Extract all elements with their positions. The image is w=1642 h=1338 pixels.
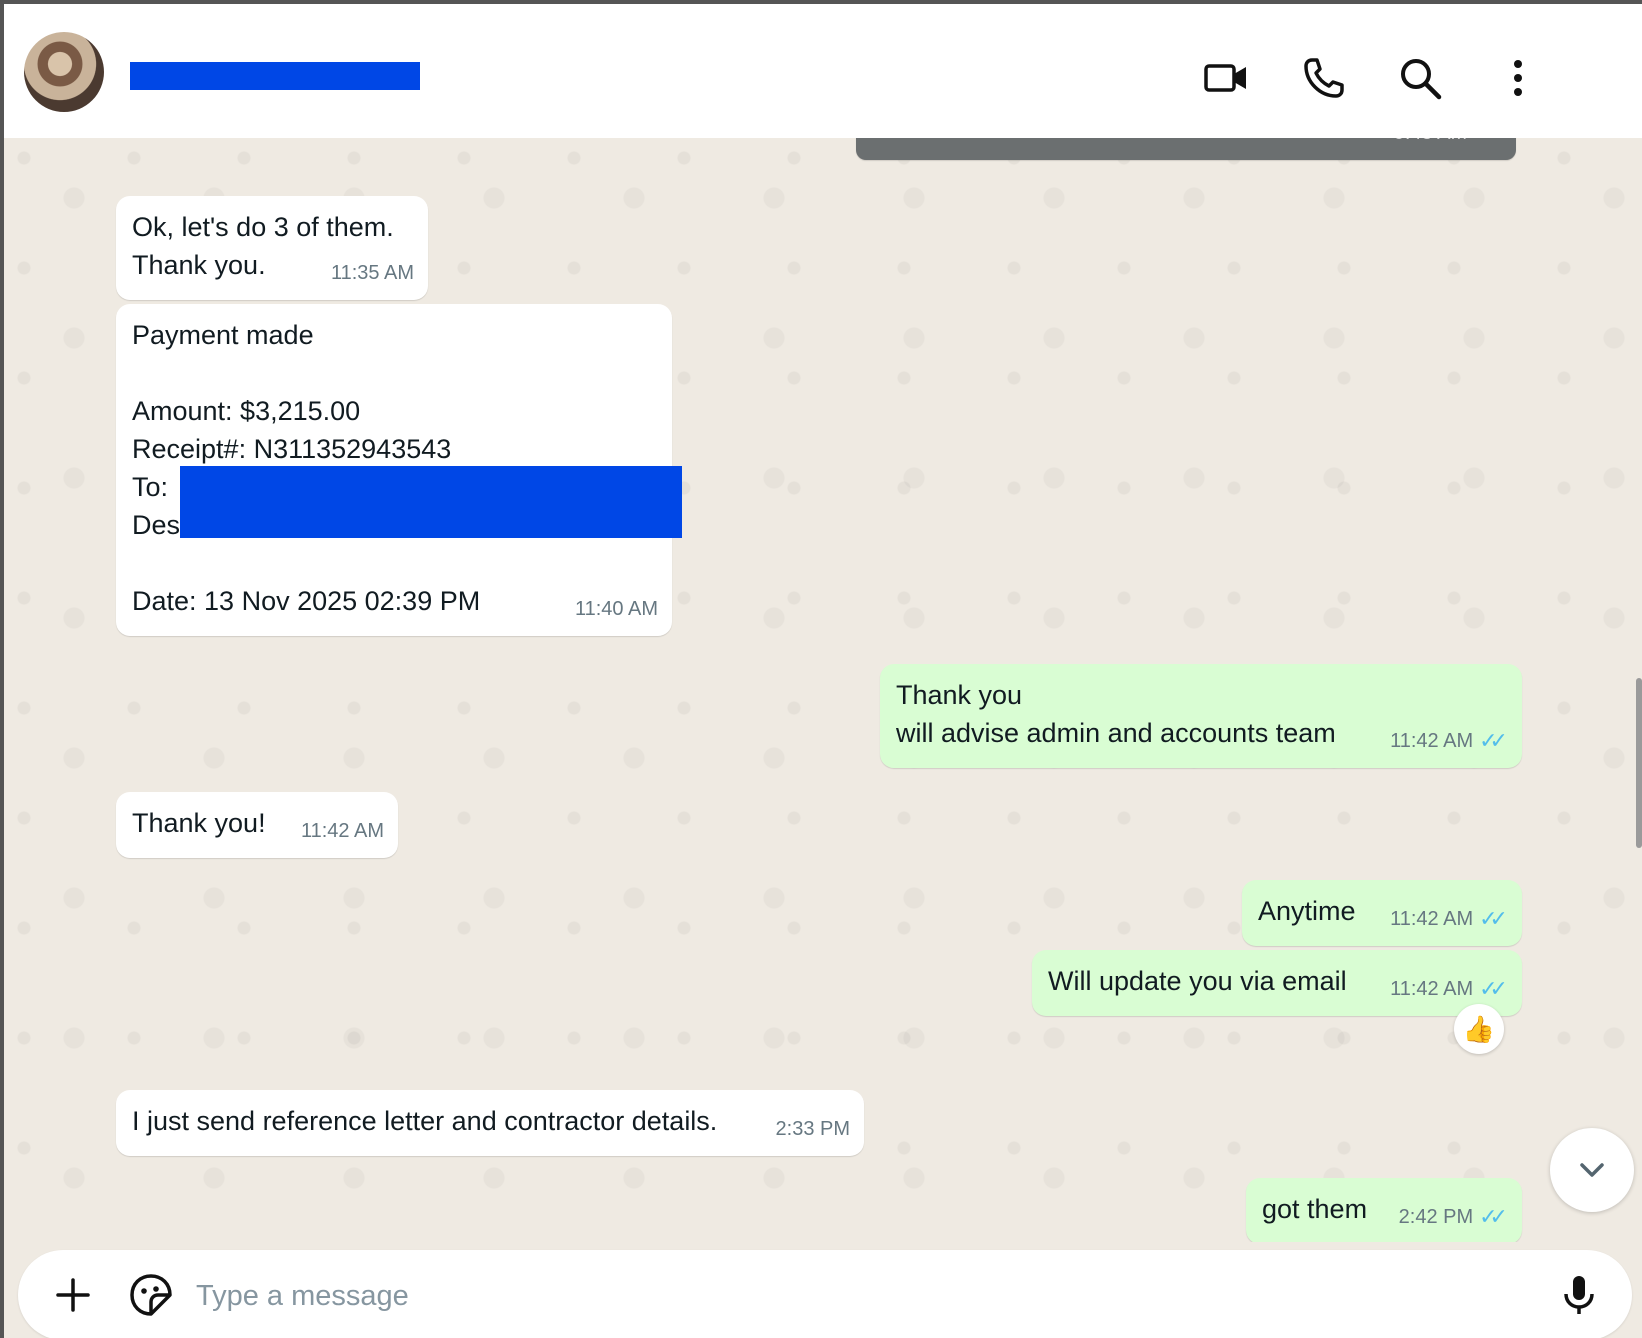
message-time: 2:33 PM (775, 1118, 850, 1140)
read-ticks-icon: ✓✓ (1473, 138, 1502, 152)
search-icon[interactable] (1396, 54, 1444, 102)
sticker-icon[interactable] (128, 1272, 174, 1318)
redaction-box (180, 466, 682, 538)
message-text (132, 354, 656, 392)
message-bubble-outgoing[interactable]: Thank you will advise admin and accounts… (880, 664, 1522, 768)
avatar[interactable] (24, 32, 104, 112)
message-time: 9:45 AM✓✓ (1394, 138, 1502, 152)
message-meta: 11:42 AM ✓✓ (1390, 722, 1508, 760)
scrollbar[interactable] (1636, 678, 1642, 848)
message-text: Receipt#: N311352943543 (132, 434, 452, 464)
message-text: Thank you (896, 680, 1023, 710)
message-text: I just send reference letter and contrac… (132, 1106, 718, 1136)
message-meta: 2:42 PM ✓✓ (1399, 1198, 1508, 1236)
message-composer (18, 1250, 1632, 1338)
chat-header (4, 4, 1642, 138)
read-ticks-icon: ✓✓ (1479, 976, 1508, 1001)
message-list[interactable]: 9:45 AM✓✓ Ok, let's do 3 of them. Thank … (4, 138, 1642, 1242)
voice-call-icon[interactable] (1300, 54, 1348, 102)
message-time: 11:42 AM (1390, 978, 1474, 1000)
message-text (132, 544, 656, 582)
plus-icon[interactable] (50, 1272, 96, 1318)
read-ticks-icon: ✓✓ (1479, 728, 1508, 753)
message-bubble-incoming[interactable]: Ok, let's do 3 of them. Thank you. 11:35… (116, 196, 428, 300)
scroll-to-bottom-button[interactable] (1550, 1128, 1634, 1212)
read-ticks-icon: ✓✓ (1479, 906, 1508, 931)
chevron-down-icon (1580, 1163, 1604, 1177)
microphone-icon[interactable] (1556, 1272, 1602, 1318)
message-time: 2:42 PM (1398, 1206, 1474, 1228)
reaction-thumbs-up-icon[interactable]: 👍 (1454, 1004, 1504, 1054)
read-ticks-icon: ✓✓ (1479, 1204, 1508, 1229)
message-meta: 11:42 AM ✓✓ (1390, 900, 1508, 938)
message-bubble-outgoing[interactable]: Anytime 11:42 AM ✓✓ (1242, 880, 1522, 946)
message-bubble-partial[interactable]: 9:45 AM✓✓ (856, 138, 1516, 160)
message-bubble-incoming[interactable]: I just send reference letter and contrac… (116, 1090, 864, 1156)
message-text: Amount: $3,215.00 (132, 396, 361, 426)
message-time: 11:40 AM (574, 598, 658, 620)
message-meta: 11:42 AM ✓✓ (1390, 970, 1508, 1008)
message-bubble-outgoing[interactable]: Will update you via email 11:42 AM ✓✓ (1032, 950, 1522, 1016)
message-bubble-outgoing[interactable]: got them 2:42 PM ✓✓ (1246, 1178, 1522, 1242)
video-call-icon[interactable] (1202, 54, 1250, 102)
contact-name-redacted[interactable] (130, 62, 420, 90)
message-input[interactable] (194, 1268, 1498, 1324)
message-bubble-incoming[interactable]: Thank you! 11:42 AM (116, 792, 398, 858)
message-time: 11:42 AM (1390, 730, 1474, 752)
message-time: 11:35 AM (330, 262, 414, 284)
more-options-icon[interactable] (1494, 54, 1542, 102)
message-time: 11:42 AM (1390, 908, 1474, 930)
message-text: Ok, let's do 3 of them. (132, 212, 394, 242)
message-text: Payment made (132, 320, 314, 350)
chat-window: 9:45 AM✓✓ Ok, let's do 3 of them. Thank … (0, 0, 1642, 1338)
message-time: 11:42 AM (300, 820, 384, 842)
